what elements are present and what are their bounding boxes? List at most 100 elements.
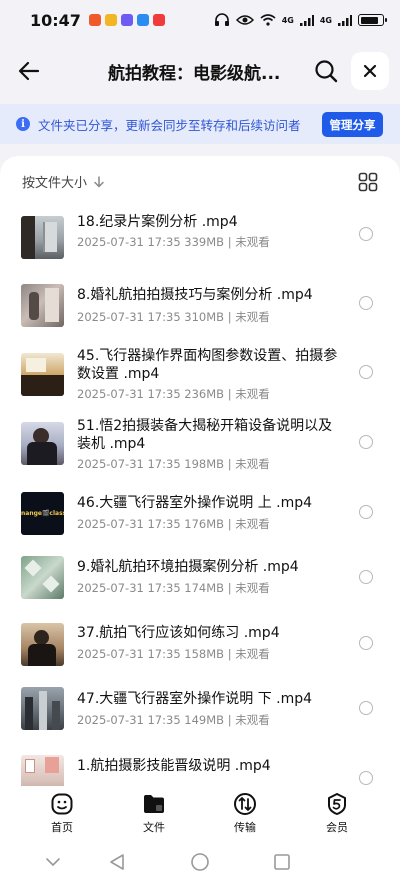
square-recents-icon xyxy=(274,854,290,870)
nav-label-home: 首页 xyxy=(51,821,73,834)
manage-share-button[interactable]: 管理分享 xyxy=(322,112,383,137)
file-row[interactable]: 9.婚礼航拍环境拍摄案例分析 .mp4 2025-07-31 17:35 174… xyxy=(0,549,400,614)
triangle-back-icon xyxy=(110,854,124,870)
file-row[interactable]: 18.纪录片案例分析 .mp4 2025-07-31 17:35 339MB |… xyxy=(0,206,400,271)
file-meta: 2025-07-31 17:35 198MB | 未观看 xyxy=(77,457,270,471)
file-meta: 2025-07-31 17:35 310MB | 未观看 xyxy=(77,310,270,324)
close-button[interactable] xyxy=(351,52,389,90)
video-thumbnail xyxy=(21,216,64,259)
file-row[interactable]: 45.飞行器操作界面构图参数设置、拍摄参数设置 .mp4 2025-07-31 … xyxy=(0,341,400,411)
status-time: 10:47 xyxy=(30,10,81,30)
arrow-down-icon xyxy=(94,175,104,187)
signal-label: 4G xyxy=(281,15,294,25)
nav-label-files: 文件 xyxy=(143,821,165,834)
nav-item-vip[interactable]: 会员 xyxy=(312,792,362,836)
share-banner: i 文件夹已分享，更新会同步至转存和后续访问者 管理分享 xyxy=(0,104,400,144)
info-icon: i xyxy=(16,117,30,131)
signal-label: 4G xyxy=(319,15,332,25)
file-name: 51.悟2拍摄装备大揭秘开箱设备说明以及装机 .mp4 xyxy=(77,418,333,452)
select-radio[interactable] xyxy=(359,365,373,379)
file-row[interactable]: 1.航拍摄影技能晋级说明 .mp4 xyxy=(0,745,400,786)
select-radio[interactable] xyxy=(359,636,373,650)
select-radio[interactable] xyxy=(359,570,373,584)
bottom-nav: 首页 文件 传输 会员 xyxy=(0,786,400,836)
file-list-panel: 按文件大小 18.纪录片案例分析 .mp4 2025-07-31 17:35 3… xyxy=(0,156,400,786)
file-meta: 2025-07-31 17:35 339MB | 未观看 xyxy=(77,235,270,249)
video-thumbnail xyxy=(21,623,64,666)
system-recents-button[interactable] xyxy=(272,852,292,872)
page-title: 航拍教程：电影级航... xyxy=(108,64,281,84)
file-name: 8.婚礼航拍拍摄技巧与案例分析 .mp4 xyxy=(77,287,313,303)
select-radio[interactable] xyxy=(359,771,373,785)
file-row[interactable]: 37.航拍飞行应该如何练习 .mp4 2025-07-31 17:35 158M… xyxy=(0,614,400,680)
file-name: 9.婚礼航拍环境拍摄案例分析 .mp4 xyxy=(77,559,299,575)
file-row[interactable]: 47.大疆飞行器室外操作说明 下 .mp4 2025-07-31 17:35 1… xyxy=(0,680,400,745)
system-nav-bar xyxy=(0,836,400,885)
eye-icon xyxy=(235,15,254,25)
nav-label-transfer: 传输 xyxy=(234,821,256,834)
video-thumbnail xyxy=(21,353,64,396)
file-meta: 2025-07-31 17:35 236MB | 未观看 xyxy=(77,387,270,401)
video-thumbnail: nange🎬class xyxy=(21,492,64,535)
system-back-button[interactable] xyxy=(107,852,127,872)
nav-item-home[interactable]: 首页 xyxy=(37,792,87,836)
file-name: 37.航拍飞行应该如何练习 .mp4 xyxy=(77,625,280,641)
status-app-icons xyxy=(88,14,165,26)
signal-icon xyxy=(299,14,314,26)
file-row[interactable]: 8.婚礼航拍拍摄技巧与案例分析 .mp4 2025-07-31 17:35 31… xyxy=(0,271,400,341)
search-icon xyxy=(315,60,338,83)
transfer-icon xyxy=(234,793,256,815)
file-name: 45.飞行器操作界面构图参数设置、拍摄参数设置 .mp4 xyxy=(77,348,338,382)
file-row[interactable]: 51.悟2拍摄装备大揭秘开箱设备说明以及装机 .mp4 2025-07-31 1… xyxy=(0,411,400,481)
thumbnail-overlay-text: nange🎬class xyxy=(21,510,64,517)
app-notification-icon xyxy=(104,14,117,26)
file-list: 18.纪录片案例分析 .mp4 2025-07-31 17:35 339MB |… xyxy=(0,206,400,786)
collapse-button[interactable] xyxy=(43,852,63,872)
app-notification-icon xyxy=(88,14,101,26)
file-meta: 2025-07-31 17:35 174MB | 未观看 xyxy=(77,581,270,595)
app-notification-icon xyxy=(120,14,133,26)
app-notification-icon xyxy=(152,14,165,26)
nav-item-files[interactable]: 文件 xyxy=(129,792,179,836)
status-indicators: 4G 4G xyxy=(214,13,387,27)
chevron-down-icon xyxy=(46,858,60,866)
header: 航拍教程：电影级航... xyxy=(0,40,400,102)
status-bar: 10:47 4G 4G xyxy=(0,0,400,40)
select-radio[interactable] xyxy=(359,227,373,241)
video-thumbnail xyxy=(21,755,64,786)
select-radio[interactable] xyxy=(359,296,373,310)
vip-icon xyxy=(328,793,346,815)
file-meta: 2025-07-31 17:35 149MB | 未观看 xyxy=(77,713,270,727)
share-banner-text: 文件夹已分享，更新会同步至转存和后续访问者 xyxy=(38,118,301,133)
home-icon xyxy=(51,793,73,815)
circle-home-icon xyxy=(191,853,209,871)
file-name: 47.大疆飞行器室外操作说明 下 .mp4 xyxy=(77,691,313,707)
video-thumbnail xyxy=(21,687,64,730)
select-radio[interactable] xyxy=(359,435,373,449)
search-button[interactable] xyxy=(312,57,340,85)
wifi-icon xyxy=(260,14,276,26)
file-row[interactable]: nange🎬class 46.大疆飞行器室外操作说明 上 .mp4 2025-0… xyxy=(0,481,400,549)
video-thumbnail xyxy=(21,284,64,327)
sort-control[interactable]: 按文件大小 xyxy=(22,172,105,191)
folder-icon xyxy=(144,795,164,813)
grid-view-button[interactable] xyxy=(358,172,378,192)
system-home-button[interactable] xyxy=(190,852,210,872)
sort-label: 按文件大小 xyxy=(22,176,88,191)
headphones-icon xyxy=(214,13,229,26)
file-name: 46.大疆飞行器室外操作说明 上 .mp4 xyxy=(77,495,313,511)
close-icon xyxy=(363,64,377,78)
file-meta: 2025-07-31 17:35 176MB | 未观看 xyxy=(77,517,270,531)
grid-icon xyxy=(358,172,378,192)
arrow-left-icon xyxy=(18,61,40,81)
battery-icon xyxy=(358,14,387,26)
select-radio[interactable] xyxy=(359,701,373,715)
app-notification-icon xyxy=(136,14,149,26)
nav-item-transfer[interactable]: 传输 xyxy=(220,792,270,836)
nav-label-vip: 会员 xyxy=(326,821,348,834)
signal-icon xyxy=(338,14,352,26)
video-thumbnail xyxy=(21,422,64,465)
file-name: 18.纪录片案例分析 .mp4 xyxy=(77,214,238,230)
back-button[interactable] xyxy=(14,56,44,86)
select-radio[interactable] xyxy=(359,505,373,519)
